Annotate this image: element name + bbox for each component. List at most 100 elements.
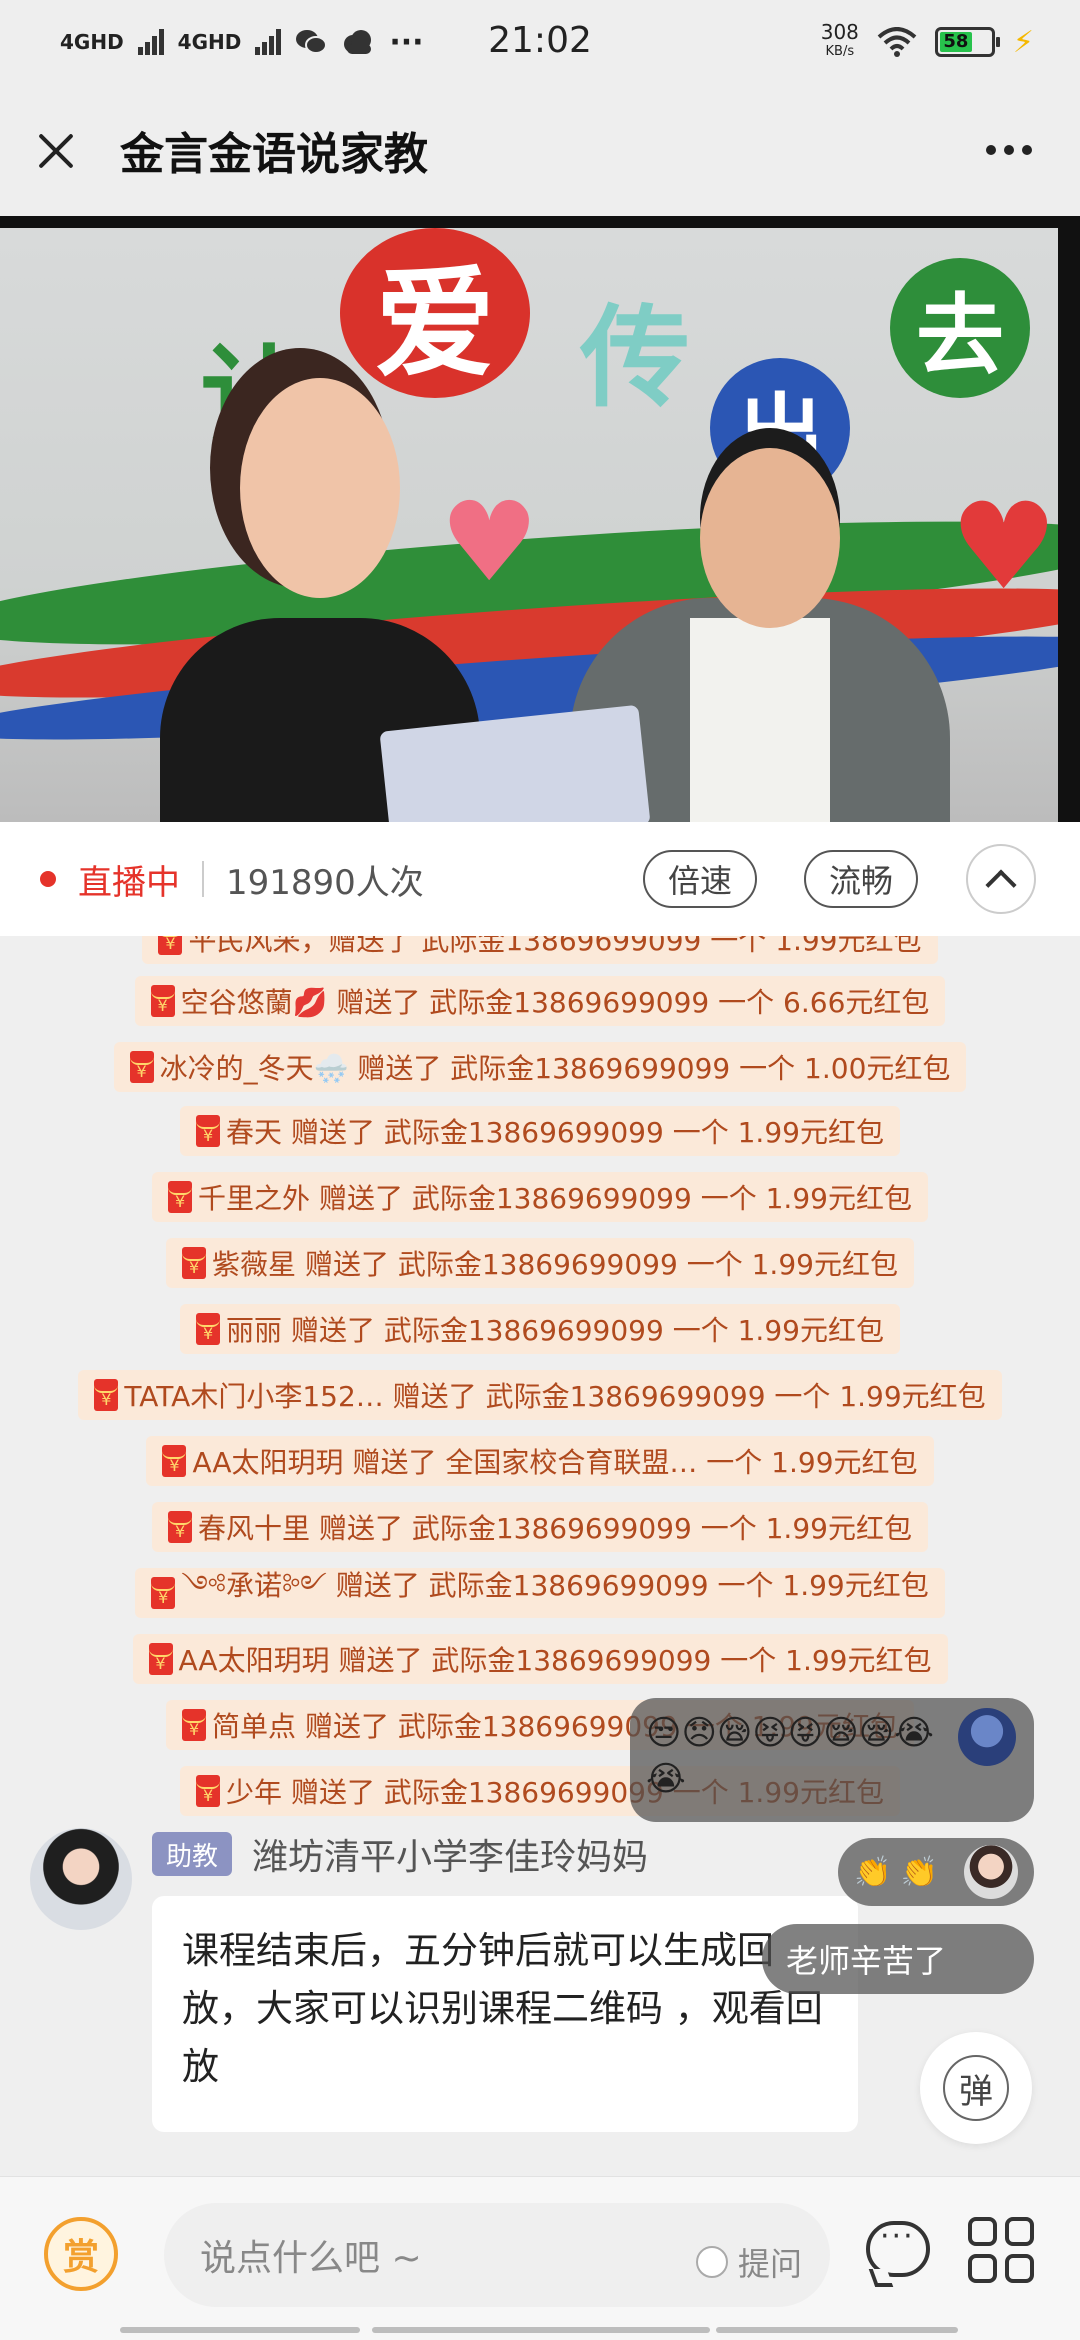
live-dot-icon: [40, 871, 56, 887]
heart-decoration: ♥: [950, 478, 1058, 617]
role-badge: 助教: [152, 1832, 232, 1876]
red-packet-notice: ¥ 平民风采，赠送了 武际金13869699099 一个 1.99元红包: [0, 936, 1080, 964]
chevron-up-icon: [985, 869, 1017, 901]
commenter-avatar: [964, 1845, 1018, 1899]
red-envelope-icon: ¥: [148, 1643, 173, 1675]
red-packet-notice: ¥ 空谷悠蘭💋 赠送了 武际金13869699099 一个 6.66元红包: [0, 976, 1080, 1026]
apps-grid-icon[interactable]: [968, 2217, 1034, 2283]
red-packet-notice: ¥ ༺承诺༻ 赠送了 武际金13869699099 一个 1.99元红包: [0, 1568, 1080, 1618]
reward-button[interactable]: 赏: [44, 2217, 118, 2291]
heart-decoration: ♥: [440, 478, 539, 606]
wall-char: 爱: [340, 228, 530, 398]
red-envelope-icon: ¥: [150, 985, 175, 1017]
red-packet-notice: ¥ 丽丽 赠送了 武际金13869699099 一个 1.99元红包: [0, 1304, 1080, 1354]
live-info-bar: 直播中 191890人次 倍速 流畅: [0, 822, 1080, 936]
quality-button[interactable]: 流畅: [804, 850, 918, 908]
red-packet-text: TATA木门小李152… 赠送了 武际金13869699099 一个 1.99元…: [124, 1380, 986, 1413]
page-title: 金言金语说家教: [120, 129, 428, 180]
floating-comment: 👏 👏: [838, 1838, 1034, 1906]
red-packet-notice: ¥ AA太阳玥玥 赠送了 全国家校合育联盟… 一个 1.99元红包: [0, 1436, 1080, 1486]
avatar[interactable]: [30, 1828, 132, 1930]
red-envelope-icon: ¥: [162, 1445, 187, 1477]
playback-speed-button[interactable]: 倍速: [643, 850, 757, 908]
red-packet-text: 紫薇星 赠送了 武际金13869699099 一个 1.99元红包: [212, 1248, 898, 1281]
bottom-bar: 赏 说点什么吧 ~ 提问: [0, 2176, 1080, 2340]
red-packet-text: 千里之外 赠送了 武际金13869699099 一个 1.99元红包: [198, 1182, 912, 1215]
input-placeholder: 说点什么吧 ~: [200, 2238, 422, 2279]
ask-question-toggle[interactable]: 提问: [695, 2239, 802, 2285]
red-packet-notice: ¥ AA太阳玥玥 赠送了 武际金13869699099 一个 1.99元红包: [0, 1634, 1080, 1684]
video-frame: 让 爱 传 出 去 ♥ ♥: [0, 228, 1058, 822]
red-envelope-icon: ¥: [168, 1181, 193, 1213]
red-packet-pill: ¥ AA太阳玥玥 赠送了 全国家校合育联盟… 一个 1.99元红包: [146, 1436, 934, 1486]
wall-char: 去: [890, 258, 1030, 398]
red-packet-pill: ¥ ༺承诺༻ 赠送了 武际金13869699099 一个 1.99元红包: [135, 1568, 945, 1618]
red-packet-text: ༺承诺༻ 赠送了 武际金13869699099 一个 1.99元红包: [181, 1568, 929, 1602]
red-packet-text: 丽丽 赠送了 武际金13869699099 一个 1.99元红包: [226, 1314, 884, 1347]
host-male: [700, 448, 840, 628]
red-packet-text: AA太阳玥玥 赠送了 武际金13869699099 一个 1.99元红包: [178, 1644, 932, 1677]
live-status: 直播中: [78, 862, 180, 903]
close-icon[interactable]: [32, 126, 80, 174]
red-packet-text: 平民风采，赠送了 武际金13869699099 一个 1.99元红包: [188, 936, 922, 957]
red-envelope-icon: ¥: [168, 1511, 193, 1543]
wall-char: 传: [580, 293, 690, 422]
battery-level: 58: [939, 32, 972, 52]
gesture-bar: [716, 2327, 958, 2333]
red-envelope-icon: ¥: [182, 1247, 207, 1279]
red-packet-text: AA太阳玥玥 赠送了 全国家校合育联盟… 一个 1.99元红包: [192, 1446, 918, 1479]
gesture-bar: [372, 2327, 710, 2333]
emoji-comment: 😒😞😪😝😝😪😪😭😭: [646, 1713, 934, 1799]
radio-icon: [695, 2246, 728, 2278]
clap-comment: 👏 👏: [854, 1854, 939, 1890]
red-envelope-icon: ¥: [94, 1379, 119, 1411]
viewer-count: 191890人次: [226, 862, 424, 903]
divider: [202, 861, 204, 897]
more-icon[interactable]: [986, 145, 1032, 155]
chat-icon[interactable]: [866, 2219, 930, 2277]
sender-name: 潍坊清平小学李佳玲妈妈: [252, 1837, 649, 1878]
red-envelope-icon: ¥: [196, 1313, 221, 1345]
host-female: [240, 378, 400, 598]
status-bar: 4GHD 4GHD ··· 21:02 308 KB/s 58 ⚡: [0, 0, 1080, 84]
red-packet-text: 春天 赠送了 武际金13869699099 一个 1.99元红包: [226, 1116, 884, 1149]
title-bar: 金言金语说家教: [0, 84, 1080, 216]
battery-icon: 58: [934, 27, 1000, 57]
red-packet-pill: ¥ 春天 赠送了 武际金13869699099 一个 1.99元红包: [180, 1106, 900, 1156]
red-packet-notice: ¥ 紫薇星 赠送了 武际金13869699099 一个 1.99元红包: [0, 1238, 1080, 1288]
red-packet-text: 春风十里 赠送了 武际金13869699099 一个 1.99元红包: [198, 1512, 912, 1545]
red-packet-pill: ¥ TATA木门小李152… 赠送了 武际金13869699099 一个 1.99…: [78, 1370, 1002, 1420]
commenter-avatar: [958, 1708, 1016, 1766]
red-envelope-icon: ¥: [129, 1051, 154, 1083]
comment-input[interactable]: 说点什么吧 ~ 提问: [164, 2203, 830, 2307]
red-packet-pill: ¥ 冰冷的_冬天🌨️ 赠送了 武际金13869699099 一个 1.00元红包: [113, 1042, 967, 1092]
floating-comment: 老师辛苦了: [762, 1924, 1034, 1994]
danmu-label: 弹: [943, 2055, 1009, 2121]
red-packet-notice: ¥ TATA木门小李152… 赠送了 武际金13869699099 一个 1.99…: [0, 1370, 1080, 1420]
message-bubble: 课程结束后，五分钟后就可以生成回放，大家可以识别课程二维码 ，观看回放: [152, 1896, 858, 2132]
host-male-shirt: [690, 618, 830, 822]
red-envelope-icon: ¥: [196, 1775, 221, 1807]
red-packet-notice: ¥ 千里之外 赠送了 武际金13869699099 一个 1.99元红包: [0, 1172, 1080, 1222]
danmu-toggle-button[interactable]: 弹: [920, 2032, 1032, 2144]
red-packet-text: 空谷悠蘭💋 赠送了 武际金13869699099 一个 6.66元红包: [180, 986, 930, 1019]
red-envelope-icon: ¥: [182, 1709, 207, 1741]
red-packet-pill: ¥ 平民风采，赠送了 武际金13869699099 一个 1.99元红包: [142, 936, 938, 964]
red-packet-notice: ¥ 春天 赠送了 武际金13869699099 一个 1.99元红包: [0, 1106, 1080, 1156]
red-packet-notice: ¥ 冰冷的_冬天🌨️ 赠送了 武际金13869699099 一个 1.00元红包: [0, 1042, 1080, 1092]
red-packet-pill: ¥ 紫薇星 赠送了 武际金13869699099 一个 1.99元红包: [166, 1238, 914, 1288]
live-video-player[interactable]: 让 爱 传 出 去 ♥ ♥: [0, 216, 1080, 822]
red-envelope-icon: ¥: [158, 936, 183, 955]
gesture-bar: [120, 2327, 360, 2333]
red-packet-pill: ¥ AA太阳玥玥 赠送了 武际金13869699099 一个 1.99元红包: [132, 1634, 948, 1684]
red-packet-pill: ¥ 千里之外 赠送了 武际金13869699099 一个 1.99元红包: [152, 1172, 928, 1222]
floating-comment: 😒😞😪😝😝😪😪😭😭: [630, 1698, 1034, 1822]
collapse-button[interactable]: [966, 844, 1036, 914]
red-packet-notice: ¥ 春风十里 赠送了 武际金13869699099 一个 1.99元红包: [0, 1502, 1080, 1552]
red-packet-pill: ¥ 丽丽 赠送了 武际金13869699099 一个 1.99元红包: [180, 1304, 900, 1354]
red-packet-pill: ¥ 春风十里 赠送了 武际金13869699099 一个 1.99元红包: [152, 1502, 928, 1552]
red-envelope-icon: ¥: [151, 1577, 176, 1609]
red-packet-pill: ¥ 空谷悠蘭💋 赠送了 武际金13869699099 一个 6.66元红包: [134, 976, 946, 1026]
red-envelope-icon: ¥: [196, 1115, 221, 1147]
ask-label: 提问: [737, 2245, 802, 2283]
